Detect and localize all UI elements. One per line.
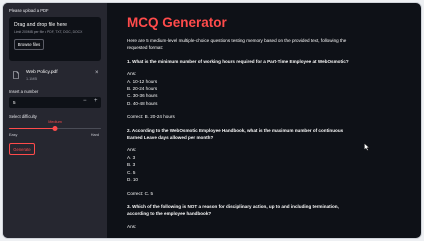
main-content: MCQ Generator Here are 5 medium-level mu… [107,3,421,238]
answer-option: A. 10-12 hours [127,78,158,84]
increment-button[interactable]: + [94,98,98,104]
decrement-button[interactable]: − [83,98,87,104]
sidebar: Please upload a PDF Drag and drop file h… [3,3,107,238]
question-block: 3. Which of the following is NOT a reaso… [127,203,401,230]
question-text: 2. According to the WebOsmotic Employee … [127,127,344,141]
dropzone-limit: Limit 200MB per file • PDF, TXT, DOC, DO… [14,30,83,34]
slider-value: Medium [48,120,62,124]
answer-option: B. 3 [127,162,136,168]
answer-option: A. 3 [127,154,136,160]
close-icon[interactable]: × [95,70,99,76]
intro-text: Here are 5 medium-level multiple-choice … [127,38,347,51]
answer-option: B. 20-24 hours [127,86,158,92]
generate-button[interactable]: Generate [9,143,35,155]
answer-label: Ans: [127,223,137,229]
answer-list: Ans: A. 3 B. 3 C. 5 D. 10 [127,146,401,183]
answer-list: Ans: A. 10-12 hours B. 20-24 hours C. 30… [127,70,401,107]
answer-option: D. 10 [127,177,138,183]
slider-fill [9,128,55,130]
correct-answer: Correct: B. 20-24 hours [127,114,175,120]
page-title: MCQ Generator [127,15,227,30]
browse-files-button[interactable]: Browse files [14,39,44,50]
slider-min-label: Easy [9,133,18,137]
question-block: 1. What is the minimum number of working… [127,58,401,121]
question-text: 3. Which of the following is NOT a reaso… [127,203,339,217]
number-label: Insert a number [9,89,39,94]
difficulty-slider[interactable]: Medium Easy Hard [9,120,101,140]
question-block: 2. According to the WebOsmotic Employee … [127,127,401,197]
question-text: 1. What is the minimum number of working… [127,58,349,64]
answer-option: C. 30-36 hours [127,93,158,99]
mouse-cursor-icon [364,143,370,151]
correct-answer: Correct: C. 5 [127,190,154,196]
slider-max-label: Hard [90,133,99,137]
difficulty-label: Select difficulty [9,114,37,119]
number-value[interactable]: 5 [13,100,16,105]
file-size: 1.1MB [26,77,37,81]
file-dropzone[interactable]: Drag and drop file here Limit 200MB per … [9,17,101,61]
answer-label: Ans: [127,147,137,153]
answer-label: Ans: [127,71,137,77]
answer-list: Ans: [127,223,401,230]
upload-label: Please upload a PDF [9,8,49,13]
app-window: Please upload a PDF Drag and drop file h… [3,3,421,238]
number-input[interactable]: 5 − + [9,97,101,108]
dropzone-title: Drag and drop file here [14,22,68,28]
answer-option: C. 5 [127,169,136,175]
answer-option: D. 40-48 hours [127,100,158,106]
file-name: Web Policy.pdf [26,70,58,75]
file-icon [13,71,19,79]
slider-thumb[interactable] [52,126,58,132]
uploaded-file: Web Policy.pdf 1.1MB × [9,70,101,84]
